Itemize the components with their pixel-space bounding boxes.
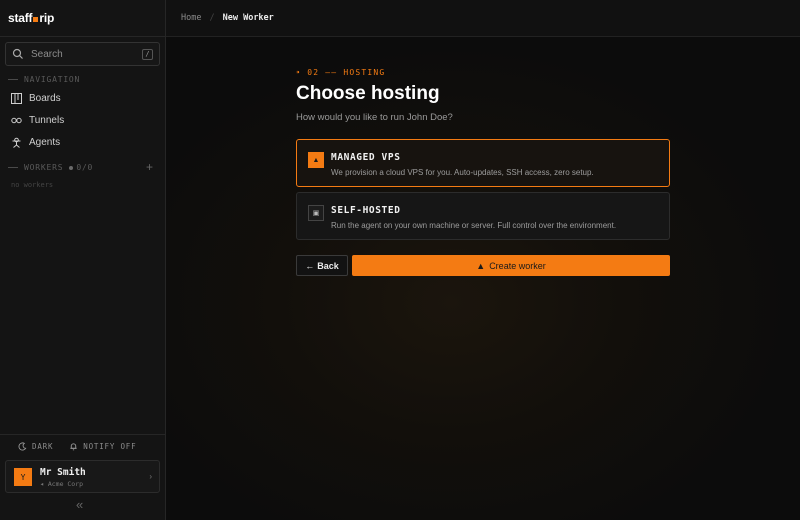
status-dot-icon xyxy=(69,165,74,170)
theme-toggle-label: DARK xyxy=(32,442,54,451)
user-menu[interactable]: Y Mr Smith ◂ Acme Corp › xyxy=(5,460,160,493)
divider xyxy=(0,36,166,37)
section-dash xyxy=(8,79,18,80)
search-input[interactable]: Search / xyxy=(5,42,160,66)
add-worker-button[interactable]: + xyxy=(146,160,153,174)
step-label: 02 —— HOSTING xyxy=(307,68,386,77)
breadcrumb-current: New Worker xyxy=(222,13,274,23)
workers-section-header: WORKERS 0/0 xyxy=(8,163,93,172)
logo-text-left: staff xyxy=(8,11,33,25)
breadcrumb-home[interactable]: Home xyxy=(181,13,201,23)
option-description: Run the agent on your own machine or ser… xyxy=(331,221,617,230)
sidebar-item-label: Tunnels xyxy=(29,115,65,126)
sidebar-toggles: DARK NOTIFY OFF xyxy=(18,442,136,451)
search-shortcut-badge: / xyxy=(142,48,153,60)
sidebar: staff rip Search / NAVIGATION Boards Tunn… xyxy=(0,0,166,520)
bell-icon xyxy=(70,443,77,451)
logo-mark-icon xyxy=(33,16,39,22)
cloud-vps-icon: ▲ xyxy=(308,152,324,168)
section-dash xyxy=(8,167,18,168)
workers-count: 0/0 xyxy=(69,163,93,172)
option-self-hosted[interactable]: ▣ SELF-HOSTED Run the agent on your own … xyxy=(296,192,670,240)
step-indicator: ⁍ 02 —— HOSTING xyxy=(296,68,385,77)
topbar: Home / New Worker xyxy=(166,0,800,37)
app-logo[interactable]: staff rip xyxy=(8,11,54,25)
page-subtitle: How would you like to run John Doe? xyxy=(296,112,453,123)
option-title: SELF-HOSTED xyxy=(331,205,401,216)
avatar: Y xyxy=(14,468,32,486)
search-icon xyxy=(12,48,23,59)
sidebar-item-label: Boards xyxy=(29,93,61,104)
option-title: MANAGED VPS xyxy=(331,152,401,163)
user-org-label: Acme Corp xyxy=(47,480,84,488)
create-worker-label: Create worker xyxy=(489,260,546,271)
logo-text-right: rip xyxy=(39,11,55,25)
user-org: ◂ Acme Corp xyxy=(40,480,84,488)
sidebar-item-agents[interactable]: Agents xyxy=(11,137,60,148)
tunnels-icon xyxy=(11,117,22,124)
page-title: Choose hosting xyxy=(296,83,440,104)
step-marker-icon: ⁍ xyxy=(296,68,302,77)
arrow-left-icon: ← xyxy=(305,260,315,271)
notify-toggle-label: NOTIFY OFF xyxy=(83,442,137,451)
notify-toggle[interactable]: NOTIFY OFF xyxy=(69,442,136,451)
moon-icon xyxy=(18,442,27,451)
theme-toggle[interactable]: DARK xyxy=(18,442,53,451)
breadcrumb: Home / New Worker xyxy=(181,13,274,23)
workers-count-value: 0/0 xyxy=(76,163,94,172)
back-button[interactable]: ← Back xyxy=(296,255,348,276)
agents-icon xyxy=(12,137,21,148)
sidebar-item-tunnels[interactable]: Tunnels xyxy=(11,115,64,126)
collapse-sidebar-button[interactable]: « xyxy=(76,498,83,511)
create-worker-icon: ▲ xyxy=(476,260,486,271)
option-description: We provision a cloud VPS for you. Auto-u… xyxy=(331,168,594,177)
chevron-right-icon: › xyxy=(149,472,152,481)
navigation-section-header: NAVIGATION xyxy=(8,75,80,84)
user-name: Mr Smith xyxy=(40,467,86,478)
create-worker-button[interactable]: ▲ Create worker xyxy=(352,255,670,276)
navigation-header-label: NAVIGATION xyxy=(24,75,81,84)
divider xyxy=(0,434,166,435)
workers-header-label: WORKERS xyxy=(24,163,64,172)
workers-empty-text: no workers xyxy=(11,181,54,189)
breadcrumb-separator: / xyxy=(209,13,215,23)
sidebar-item-label: Agents xyxy=(29,137,61,148)
main-content: ⁍ 02 —— HOSTING Choose hosting How would… xyxy=(166,37,800,520)
boards-icon xyxy=(11,93,22,104)
server-icon: ▣ xyxy=(308,205,324,221)
back-button-label: Back xyxy=(317,260,339,271)
option-managed-vps[interactable]: ▲ MANAGED VPS We provision a cloud VPS f… xyxy=(296,139,670,187)
search-placeholder: Search xyxy=(31,48,63,60)
sidebar-item-boards[interactable]: Boards xyxy=(11,93,61,104)
